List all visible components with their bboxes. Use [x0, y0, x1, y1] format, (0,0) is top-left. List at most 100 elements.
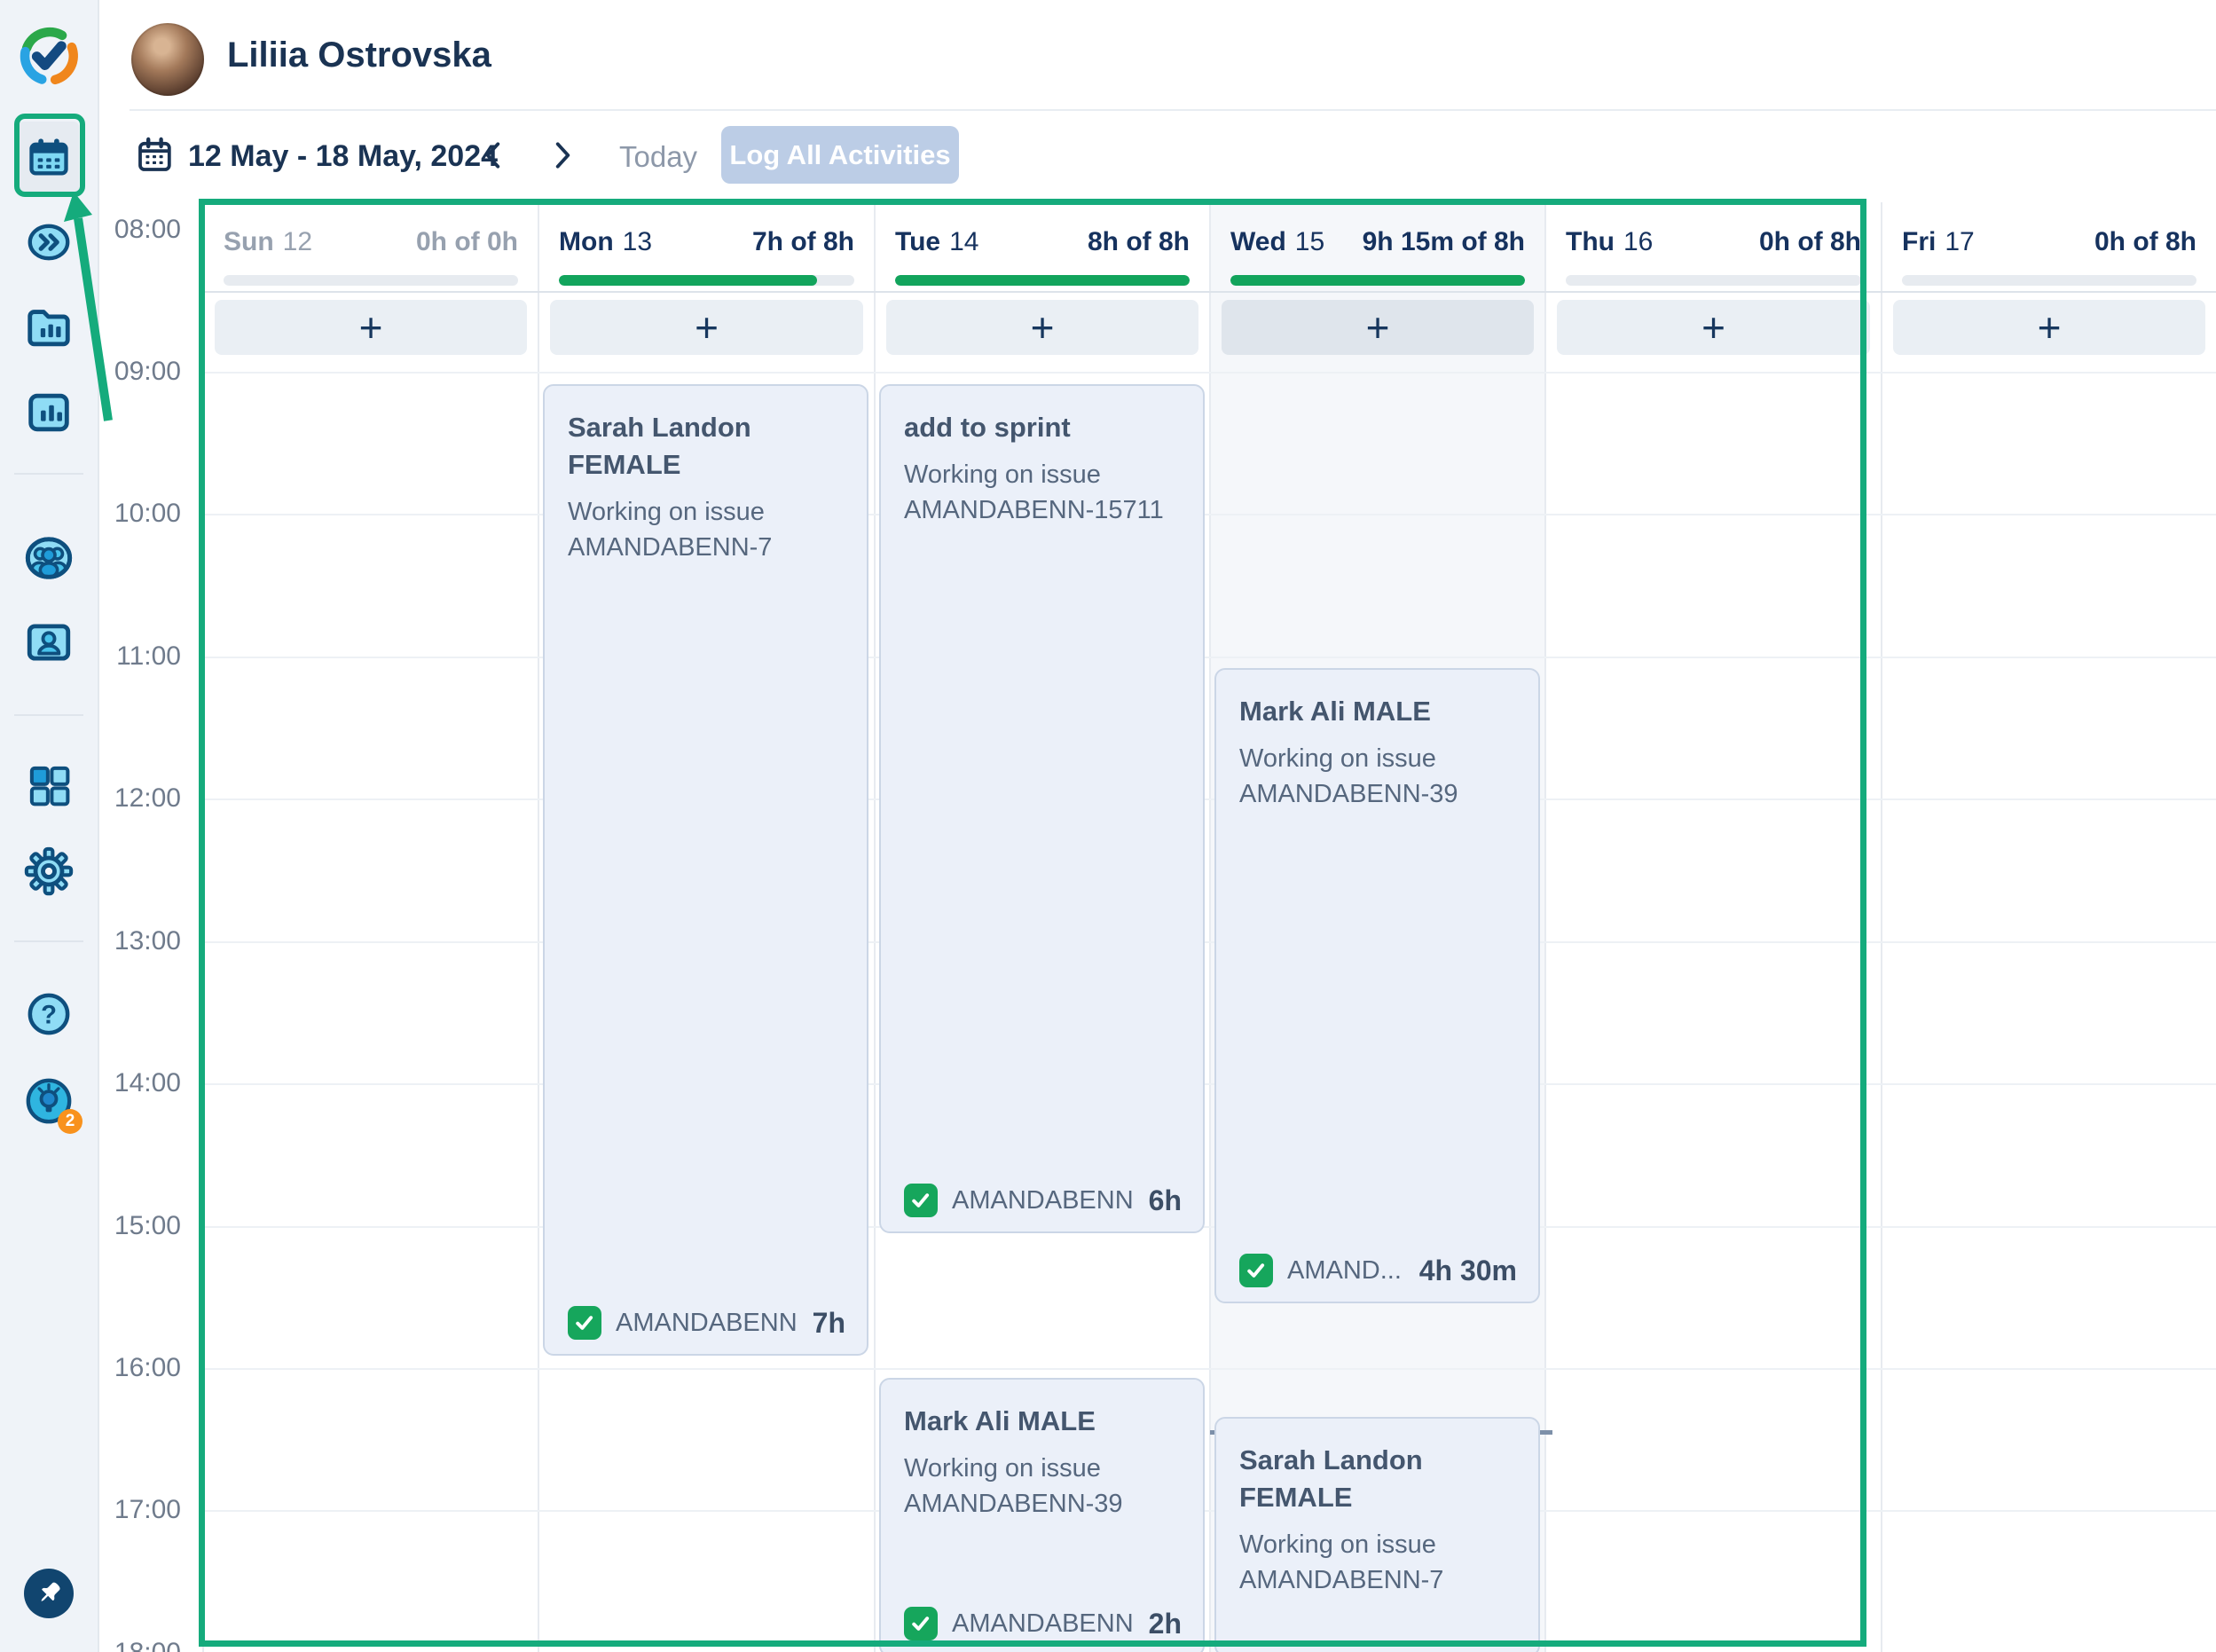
event-title: Mark Ali MALE	[1239, 693, 1515, 730]
date-picker-calendar-icon[interactable]	[133, 134, 176, 181]
sidebar-item-help[interactable]: ?	[15, 981, 83, 1049]
day-progress-fill	[559, 275, 817, 286]
day-progress-track	[224, 275, 518, 286]
event-card-mon-sarah[interactable]: Sarah Landon FEMALE Working on issue AMA…	[543, 384, 868, 1356]
day-name: Thu	[1566, 227, 1615, 257]
day-date: 15	[1295, 227, 1324, 257]
day-header-wed: Wed 15 9h 15m of 8h	[1211, 202, 1544, 291]
logged-checkbox-icon[interactable]	[904, 1607, 938, 1640]
day-progress-track	[895, 275, 1190, 286]
time-label: 08:00	[99, 215, 181, 245]
event-description: Working on issue AMANDABENN-15711	[904, 457, 1180, 529]
day-date: 17	[1945, 227, 1974, 257]
hour-line	[202, 941, 2216, 943]
user-name: Liliia Ostrovska	[227, 35, 491, 75]
previous-week-button[interactable]	[475, 138, 511, 174]
day-progress-track	[559, 275, 854, 286]
logged-checkbox-icon[interactable]	[1239, 1254, 1273, 1287]
log-all-activities-button[interactable]: Log All Activities	[721, 126, 959, 184]
day-progress-fill	[1230, 275, 1525, 286]
svg-text:?: ?	[41, 1001, 57, 1029]
day-logged-hours: 0h of 0h	[416, 227, 518, 257]
next-week-button[interactable]	[545, 138, 580, 174]
header-bottom-line	[202, 291, 2216, 293]
add-activity-button-fri[interactable]: +	[1893, 300, 2205, 355]
add-activity-button-mon[interactable]: +	[550, 300, 863, 355]
event-duration: 7h	[813, 1307, 845, 1340]
day-logged-hours: 0h of 8h	[2094, 227, 2196, 257]
add-activity-button-sun[interactable]: +	[215, 300, 527, 355]
sidebar-item-pin[interactable]	[15, 1560, 83, 1627]
day-header-fri: Fri 17 0h of 8h	[1882, 202, 2216, 291]
time-label: 09:00	[99, 357, 181, 387]
event-footer: AMANDABENN... 6h	[904, 1184, 1182, 1217]
sidebar-item-reports[interactable]	[15, 380, 83, 447]
day-progress-track	[1566, 275, 1861, 286]
hour-line	[202, 1510, 2216, 1512]
event-issue-key: AMANDABENN...	[616, 1309, 798, 1338]
day-name: Mon	[559, 227, 614, 257]
event-footer: AMAND... 4h 30m	[1239, 1254, 1517, 1287]
sidebar-item-settings[interactable]	[15, 838, 83, 906]
day-logged-hours: 7h of 8h	[752, 227, 854, 257]
day-logged-hours: 9h 15m of 8h	[1363, 227, 1525, 257]
user-avatar	[131, 23, 204, 96]
app-logo[interactable]	[15, 23, 83, 90]
event-description: Working on issue AMANDABENN-39	[904, 1451, 1180, 1522]
app-logo-icon	[16, 23, 82, 91]
add-activity-button-tue[interactable]: +	[886, 300, 1198, 355]
time-label: 13:00	[99, 926, 181, 956]
time-label: 18:00	[99, 1638, 181, 1652]
event-card-tue-sprint[interactable]: add to sprint Working on issue AMANDABEN…	[879, 384, 1205, 1233]
event-footer: AMANDABENN... 7h	[568, 1306, 845, 1340]
day-column-fri: Fri 17 0h of 8h +	[1881, 202, 2216, 1652]
sidebar-item-whats-new[interactable]: 2	[15, 1068, 83, 1136]
sidebar-item-expand[interactable]	[15, 209, 83, 277]
projects-folder-icon	[23, 302, 75, 356]
day-progress-track	[1902, 275, 2196, 286]
event-card-wed-sarah[interactable]: Sarah Landon FEMALE Working on issue AMA…	[1214, 1417, 1540, 1652]
sidebar-item-projects[interactable]	[15, 295, 83, 362]
event-title: Mark Ali MALE	[904, 1403, 1180, 1440]
day-header-tue: Tue 14 8h of 8h	[876, 202, 1209, 291]
event-description: Working on issue AMANDABENN-7	[568, 494, 844, 566]
add-activity-button-wed[interactable]: +	[1222, 300, 1534, 355]
sidebar-divider	[14, 473, 83, 475]
logged-checkbox-icon[interactable]	[568, 1306, 601, 1340]
sidebar-item-team[interactable]	[15, 525, 83, 593]
clients-card-icon	[23, 617, 75, 671]
date-range-label[interactable]: 12 May - 18 May, 2024	[188, 139, 498, 174]
event-issue-key: AMANDABENN...	[952, 1186, 1135, 1215]
event-title: add to sprint	[904, 409, 1180, 446]
hour-line	[202, 1368, 2216, 1370]
day-name: Tue	[895, 227, 940, 257]
hour-line	[202, 657, 2216, 658]
day-progress-track	[1230, 275, 1525, 286]
sidebar-item-clients[interactable]	[15, 610, 83, 677]
event-title: Sarah Landon FEMALE	[568, 409, 844, 484]
day-logged-hours: 0h of 8h	[1759, 227, 1861, 257]
time-label: 10:00	[99, 499, 181, 529]
hour-line	[202, 1083, 2216, 1085]
help-icon: ?	[25, 990, 73, 1041]
reports-icon	[23, 387, 75, 441]
day-name: Fri	[1902, 227, 1936, 257]
day-column-sun: Sun 12 0h of 0h +	[202, 202, 538, 1652]
time-label: 12:00	[99, 783, 181, 814]
sidebar-item-calendar[interactable]	[15, 122, 83, 194]
day-date: 16	[1623, 227, 1653, 257]
day-date: 12	[283, 227, 312, 257]
day-logged-hours: 8h of 8h	[1088, 227, 1190, 257]
time-label: 14:00	[99, 1068, 181, 1098]
add-activity-button-thu[interactable]: +	[1557, 300, 1870, 355]
event-footer: AMANDABENN... 2h	[904, 1607, 1182, 1640]
today-button[interactable]: Today	[619, 140, 697, 174]
expand-icon	[23, 219, 75, 268]
sidebar-item-apps[interactable]	[15, 752, 83, 820]
event-card-tue-mark[interactable]: Mark Ali MALE Working on issue AMANDABEN…	[879, 1378, 1205, 1652]
day-name: Sun	[224, 227, 274, 257]
day-column-thu: Thu 16 0h of 8h +	[1544, 202, 1881, 1652]
logged-checkbox-icon[interactable]	[904, 1184, 938, 1217]
sidebar: ? 2	[0, 0, 99, 1652]
event-card-wed-mark[interactable]: Mark Ali MALE Working on issue AMANDABEN…	[1214, 668, 1540, 1303]
